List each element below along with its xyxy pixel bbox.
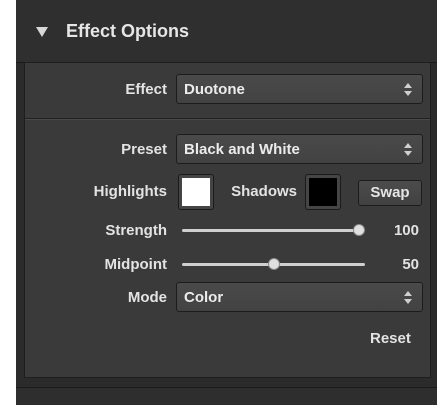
midpoint-value: 50 — [402, 256, 419, 273]
updown-arrows-icon — [404, 291, 412, 304]
shadows-color-swatch[interactable] — [305, 174, 341, 210]
effect-dropdown-value: Duotone — [184, 81, 245, 98]
midpoint-slider-thumb[interactable] — [267, 258, 280, 270]
highlights-color-swatch[interactable] — [178, 174, 214, 210]
next-panel-header — [16, 387, 437, 405]
updown-arrows-icon — [404, 83, 412, 96]
effect-options-panel: Effect Options Effect Duotone Preset Bla… — [16, 0, 437, 405]
strength-value: 100 — [393, 222, 419, 239]
effect-label: Effect — [125, 81, 167, 98]
preset-dropdown-value: Black and White — [184, 141, 300, 158]
reset-button[interactable]: Reset — [370, 330, 411, 347]
updown-arrows-icon — [404, 143, 412, 156]
panel-body: Effect Duotone Preset Black and White Hi… — [24, 62, 431, 378]
strength-slider-track[interactable] — [182, 229, 365, 232]
shadows-label: Shadows — [231, 183, 297, 200]
effect-dropdown[interactable]: Duotone — [176, 74, 423, 104]
strength-label: Strength — [105, 222, 167, 239]
shadows-color-fill — [309, 178, 337, 206]
mode-label: Mode — [127, 289, 167, 306]
preset-label: Preset — [121, 141, 167, 158]
swap-button[interactable]: Swap — [358, 180, 422, 206]
highlights-label: Highlights — [93, 183, 167, 200]
midpoint-label: Midpoint — [104, 256, 167, 273]
strength-slider-thumb[interactable] — [353, 224, 365, 236]
section-divider-highlight — [25, 119, 430, 120]
panel-title: Effect Options — [66, 21, 190, 41]
preset-dropdown[interactable]: Black and White — [176, 134, 423, 164]
highlights-color-fill — [182, 178, 210, 206]
mode-dropdown-value: Color — [184, 289, 224, 306]
mode-dropdown[interactable]: Color — [176, 282, 423, 312]
panel-header[interactable]: Effect Options — [16, 0, 437, 63]
collapse-triangle-icon[interactable] — [36, 27, 48, 37]
